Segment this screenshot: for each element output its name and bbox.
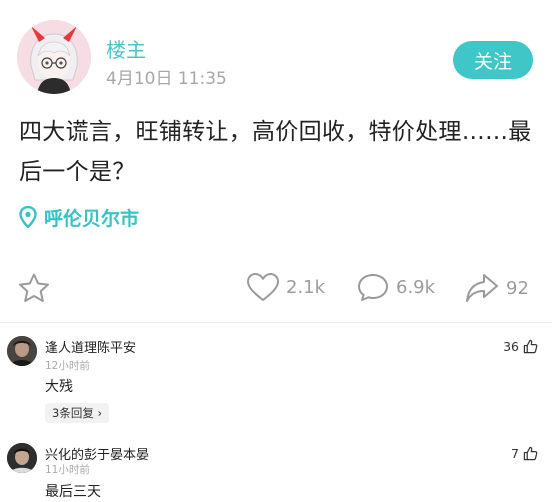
comment-like-button[interactable]: 7 [511,446,538,461]
location-pin-icon [19,206,37,228]
share-count: 92 [506,277,529,299]
comment-text: 大残 [45,379,73,395]
heart-icon [247,273,279,301]
comment-time: 11小时前 [45,464,90,476]
favorite-button[interactable] [17,272,57,304]
action-bar: 2.1k 6.9k 92 [0,266,552,310]
commenter-avatar[interactable] [7,336,37,366]
share-button[interactable]: 92 [464,272,529,304]
comment-count: 6.9k [396,276,436,298]
thumbs-up-icon [523,446,538,461]
post-time: 4月10日 11:35 [106,69,227,89]
thumbs-up-icon [523,339,538,354]
comment-bubble-icon [358,274,388,301]
share-arrow-icon [466,274,498,302]
comment-item: 兴化的彭于晏本晏 11小时前 最后三天 7 [0,443,552,502]
comment-like-count: 36 [503,339,519,354]
demon-girl-avatar-icon [17,20,91,94]
comment-button[interactable]: 6.9k [356,272,435,302]
follow-button[interactable]: 关注 [453,41,533,79]
commenter-avatar[interactable] [7,443,37,473]
comment-time: 12小时前 [45,360,90,372]
author-name[interactable]: 楼主 [106,34,146,63]
like-button[interactable]: 2.1k [246,272,325,302]
post-header: 楼主 4月10日 11:35 关注 [0,0,552,110]
user-photo-icon [7,336,37,366]
comment-text: 最后三天 [45,484,101,500]
comment-like-count: 7 [511,446,519,461]
like-count: 2.1k [286,276,326,298]
post-text: 四大谎言，旺铺转让，高价回收，特价处理……最后一个是？ [19,119,532,185]
location-tag[interactable]: 呼伦贝尔市 [19,204,139,230]
comment-like-button[interactable]: 36 [503,339,538,354]
user-photo-icon [7,443,37,473]
author-avatar[interactable] [17,20,91,94]
commenter-name[interactable]: 兴化的彭于晏本晏 [45,444,149,463]
view-replies-button[interactable]: 3条回复 › [45,403,110,423]
star-icon [19,273,49,302]
section-divider [0,322,552,323]
comment-item: 逢人道理陈平安 12小时前 大残 36 3条回复 › [0,336,552,426]
commenter-name[interactable]: 逢人道理陈平安 [45,337,136,356]
location-label: 呼伦贝尔市 [44,207,140,230]
